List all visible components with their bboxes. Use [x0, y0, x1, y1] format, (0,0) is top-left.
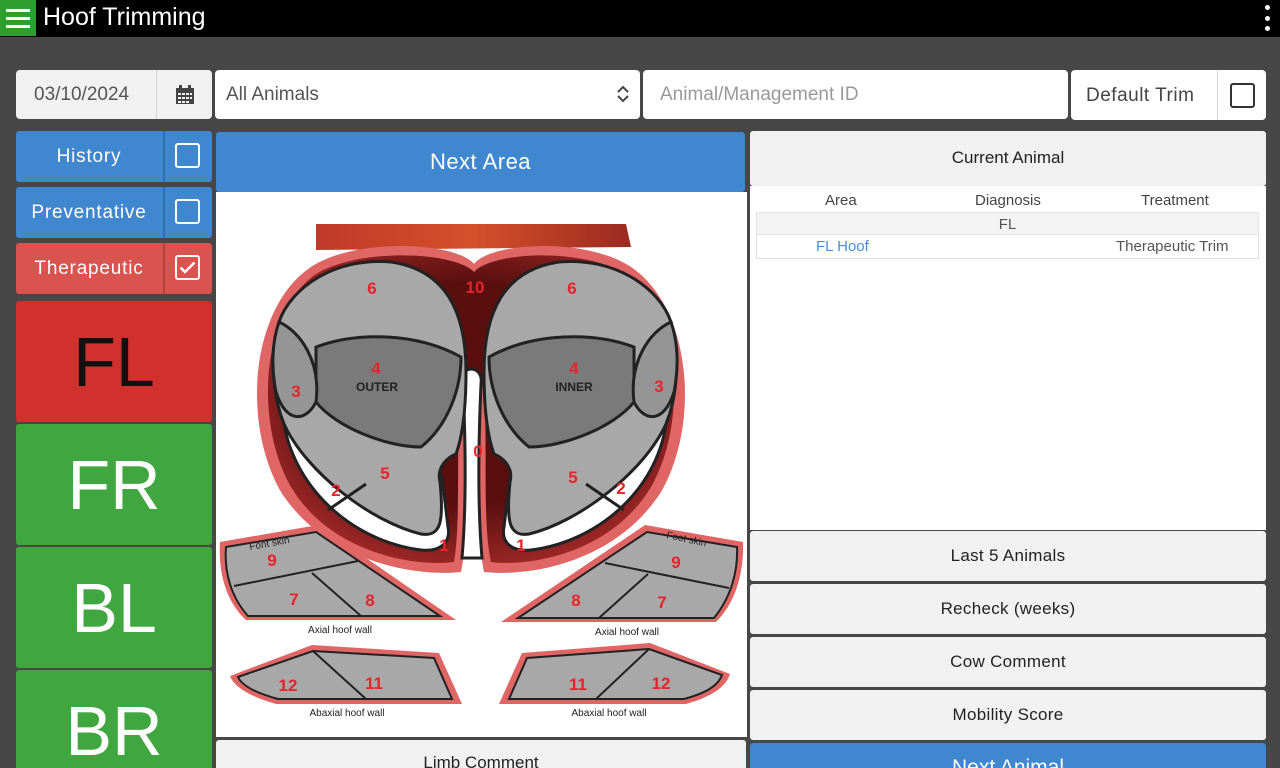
limb-comment-button[interactable]: Limb Comment [216, 740, 746, 768]
select-arrows-icon [616, 84, 630, 109]
date-value: 03/10/2024 [34, 84, 130, 105]
group-row-fl: FL [756, 212, 1259, 235]
app-bar: Hoof Trimming [0, 0, 1280, 37]
category-preventative[interactable]: Preventative [16, 187, 212, 238]
table-row[interactable]: FL Hoof Therapeutic Trim [756, 235, 1259, 259]
category-history[interactable]: History [16, 131, 212, 182]
limb-br-button[interactable]: BR [16, 670, 212, 768]
hoof-zone-diagram[interactable]: 10 6 6 4 4 3 3 0 5 5 2 2 1 1 OUTER INNER… [216, 192, 747, 737]
zone-label-1-inner: 1 [516, 536, 525, 555]
cow-comment-button[interactable]: Cow Comment [750, 637, 1266, 687]
zone-label-5-inner: 5 [568, 468, 577, 487]
zone-label-10: 10 [466, 278, 485, 297]
recheck-weeks-button[interactable]: Recheck (weeks) [750, 584, 1266, 634]
zone-label-6-inner: 6 [567, 279, 576, 298]
app-title: Hoof Trimming [43, 3, 206, 31]
mobility-score-button[interactable]: Mobility Score [750, 690, 1266, 740]
last-5-animals-button[interactable]: Last 5 Animals [750, 531, 1266, 581]
zone-label-2-outer: 2 [331, 481, 340, 500]
category-therapeutic[interactable]: Therapeutic [16, 243, 212, 294]
next-animal-button[interactable]: Next Animal [750, 743, 1266, 768]
inner-claw-label: INNER [555, 380, 593, 394]
axial-wall-right-caption: Axial hoof wall [595, 627, 659, 638]
category-preventative-label: Preventative [31, 202, 147, 223]
entry-treatment: Therapeutic Trim [1116, 238, 1229, 255]
zone-label-9-left: 9 [267, 551, 276, 570]
zone-label-5-outer: 5 [380, 464, 389, 483]
checkbox-empty-icon [1229, 82, 1255, 108]
abaxial-wall-right-caption: Abaxial hoof wall [571, 708, 646, 719]
zone-label-8-left: 8 [365, 591, 374, 610]
zone-label-1-outer: 1 [439, 536, 448, 555]
divider [163, 131, 165, 182]
animal-group-select[interactable]: All Animals [215, 70, 640, 119]
column-header-area: Area [825, 192, 857, 209]
limb-fl-button[interactable]: FL [16, 301, 212, 422]
zone-label-11-right: 11 [569, 675, 587, 694]
column-header-treatment: Treatment [1141, 192, 1209, 209]
current-animal-table: Area Diagnosis Treatment FL FL Hoof Ther… [750, 186, 1266, 530]
zone-label-3-inner: 3 [654, 377, 663, 396]
default-trim-toggle[interactable]: Default Trim [1071, 70, 1266, 120]
abaxial-wall-left[interactable] [236, 649, 454, 700]
limb-fr-button[interactable]: FR [16, 424, 212, 545]
animal-group-value: All Animals [226, 84, 319, 105]
calendar-icon[interactable] [156, 70, 212, 119]
next-area-button[interactable]: Next Area [216, 132, 745, 192]
abaxial-wall-right[interactable] [507, 647, 724, 700]
zone-label-4-inner: 4 [569, 359, 579, 378]
zone-label-11-left: 11 [365, 674, 383, 693]
zone-label-9-right: 9 [671, 553, 680, 572]
zone-label-12-left: 12 [279, 676, 298, 695]
outer-claw-label: OUTER [356, 380, 398, 394]
checkbox-empty-icon[interactable] [175, 199, 200, 224]
limb-bl-button[interactable]: BL [16, 547, 212, 668]
category-therapeutic-label: Therapeutic [34, 258, 144, 279]
zone-label-3-outer: 3 [291, 382, 300, 401]
divider [163, 187, 165, 238]
default-trim-label: Default Trim [1086, 85, 1195, 106]
axial-wall-left-caption: Axial hoof wall [308, 625, 372, 636]
hamburger-menu-icon[interactable] [0, 0, 36, 36]
checkbox-checked-icon[interactable] [175, 255, 200, 280]
zone-label-0: 0 [473, 442, 482, 461]
zone-label-7-left: 7 [289, 590, 298, 609]
column-header-diagnosis: Diagnosis [975, 192, 1041, 209]
checkbox-empty-icon[interactable] [175, 143, 200, 168]
coronary-skin [316, 224, 631, 250]
category-history-label: History [56, 146, 122, 167]
zone-label-2-inner: 2 [616, 479, 625, 498]
date-field[interactable]: 03/10/2024 [16, 70, 212, 119]
entry-area-link[interactable]: FL Hoof [816, 238, 869, 255]
animal-id-input[interactable] [643, 70, 1068, 119]
zone-label-12-right: 12 [652, 674, 671, 693]
hoof-diagram-panel: 10 6 6 4 4 3 3 0 5 5 2 2 1 1 OUTER INNER… [216, 192, 747, 737]
zone-label-8-right: 8 [571, 591, 580, 610]
default-trim-checkbox[interactable] [1217, 70, 1266, 120]
zone-label-7-right: 7 [657, 593, 666, 612]
abaxial-wall-left-caption: Abaxial hoof wall [309, 708, 384, 719]
divider [163, 243, 165, 294]
more-options-icon[interactable] [1262, 5, 1272, 31]
zone-label-4-outer: 4 [371, 359, 381, 378]
zone-label-6-outer: 6 [367, 279, 376, 298]
current-animal-header: Current Animal [750, 131, 1266, 186]
